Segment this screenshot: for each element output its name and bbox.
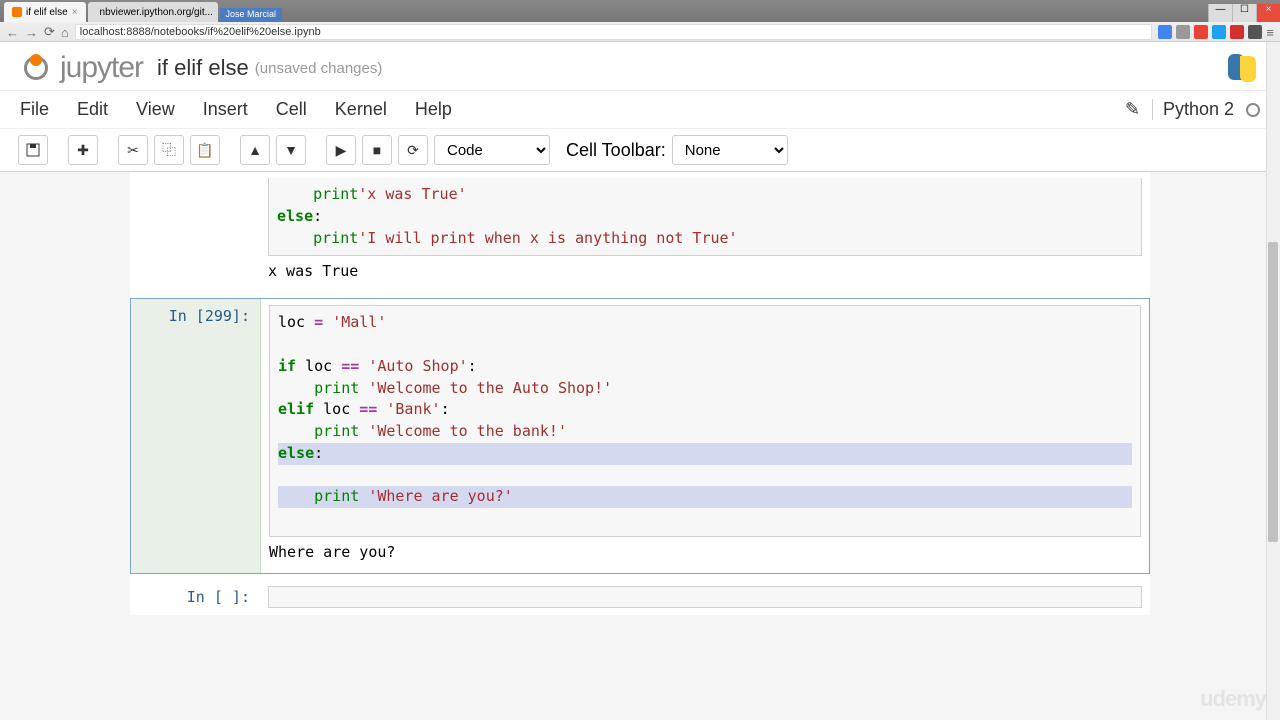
code-cell-empty[interactable]: In [ ]: (130, 580, 1150, 615)
menu-insert[interactable]: Insert (203, 99, 248, 120)
notebook-area: print'x was True' else: print'I will pri… (0, 172, 1280, 661)
url-text: localhost:8888/notebooks/if%20elif%20els… (80, 26, 321, 38)
code-cell[interactable]: print'x was True' else: print'I will pri… (130, 172, 1150, 292)
menu-kernel[interactable]: Kernel (335, 99, 387, 120)
extension-icons: ≡ (1158, 25, 1274, 40)
copy-button[interactable]: ⿻ (154, 135, 184, 165)
ext-icon[interactable] (1230, 25, 1244, 39)
home-icon[interactable]: ⌂ (61, 25, 69, 40)
jupyter-header: jupyter if elif else (unsaved changes) (0, 42, 1280, 91)
forward-icon[interactable]: → (25, 25, 38, 40)
toolbar: ✚ ✂ ⿻ 📋 ▲ ▼ ▶ ■ ⟳ Code Cell Toolbar: Non… (0, 129, 1280, 172)
kernel-status-icon (1246, 103, 1260, 117)
jupyter-favicon (12, 7, 22, 17)
browser-tab-active[interactable]: if elif else × (4, 2, 86, 22)
tab-title: nbviewer.ipython.org/git... (100, 7, 213, 18)
menu-help[interactable]: Help (415, 99, 452, 120)
maximize-button[interactable]: ☐ (1232, 4, 1256, 22)
address-bar: ← → ⟳ ⌂ localhost:8888/notebooks/if%20el… (0, 22, 1280, 42)
jupyter-logo-icon (20, 52, 52, 84)
scrollbar[interactable] (1266, 42, 1280, 720)
cell-toolbar-label: Cell Toolbar: (566, 140, 666, 161)
menu-edit[interactable]: Edit (77, 99, 108, 120)
prompt-label: In [ ]: (187, 588, 250, 606)
paste-button[interactable]: 📋 (190, 135, 220, 165)
user-badge: Jose Marcial (220, 8, 283, 22)
move-down-button[interactable]: ▼ (276, 135, 306, 165)
prompt-label: In [299]: (169, 307, 250, 325)
cell-output: x was True (268, 256, 1142, 286)
cell-output: Where are you? (269, 537, 1141, 567)
prompt-area: In [ ]: (130, 580, 260, 615)
url-input[interactable]: localhost:8888/notebooks/if%20elif%20els… (75, 24, 1153, 40)
tab-title: if elif else (26, 7, 68, 18)
minimize-button[interactable]: — (1208, 4, 1232, 22)
stop-button[interactable]: ■ (362, 135, 392, 165)
add-cell-button[interactable]: ✚ (68, 135, 98, 165)
ext-icon[interactable] (1248, 25, 1262, 39)
ext-icon[interactable] (1176, 25, 1190, 39)
cut-button[interactable]: ✂ (118, 135, 148, 165)
python-logo-icon (1224, 50, 1260, 86)
browser-chrome: if elif else × nbviewer.ipython.org/git.… (0, 0, 1280, 42)
page-body: jupyter if elif else (unsaved changes) F… (0, 42, 1280, 720)
menu-icon[interactable]: ≡ (1266, 25, 1274, 40)
menu-cell[interactable]: Cell (276, 99, 307, 120)
notebook-title[interactable]: if elif else (157, 55, 249, 81)
save-button[interactable] (18, 135, 48, 165)
cell-toolbar-select[interactable]: None (672, 135, 788, 165)
code-input[interactable] (268, 586, 1142, 608)
notebook-status: (unsaved changes) (255, 60, 383, 77)
ext-icon[interactable] (1158, 25, 1172, 39)
menu-file[interactable]: File (20, 99, 49, 120)
tab-bar: if elif else × nbviewer.ipython.org/git.… (0, 0, 1280, 22)
code-input[interactable]: loc = 'Mall' if loc == 'Auto Shop': prin… (269, 305, 1141, 537)
edit-icon[interactable]: ✎ (1125, 99, 1140, 120)
prompt-area (130, 172, 260, 292)
jupyter-logo[interactable]: jupyter (20, 51, 143, 85)
celltype-select[interactable]: Code (434, 135, 550, 165)
window-controls: — ☐ × (1208, 4, 1280, 22)
restart-button[interactable]: ⟳ (398, 135, 428, 165)
menu-view[interactable]: View (136, 99, 175, 120)
code-cell-selected[interactable]: In [299]: loc = 'Mall' if loc == 'Auto S… (130, 298, 1150, 574)
ext-icon[interactable] (1194, 25, 1208, 39)
browser-tab-inactive[interactable]: nbviewer.ipython.org/git... × (88, 2, 218, 22)
reload-icon[interactable]: ⟳ (44, 24, 55, 40)
udemy-watermark: udemy (1200, 686, 1266, 712)
move-up-button[interactable]: ▲ (240, 135, 270, 165)
code-input[interactable]: print'x was True' else: print'I will pri… (268, 178, 1142, 256)
scroll-thumb[interactable] (1268, 242, 1278, 542)
menu-bar: File Edit View Insert Cell Kernel Help ✎… (0, 91, 1280, 129)
close-button[interactable]: × (1256, 4, 1280, 22)
run-button[interactable]: ▶ (326, 135, 356, 165)
prompt-area: In [299]: (131, 299, 261, 573)
close-icon[interactable]: × (72, 7, 78, 18)
kernel-name: Python 2 (1152, 99, 1234, 120)
jupyter-logo-text: jupyter (60, 51, 143, 85)
ext-icon[interactable] (1212, 25, 1226, 39)
back-icon[interactable]: ← (6, 25, 19, 40)
